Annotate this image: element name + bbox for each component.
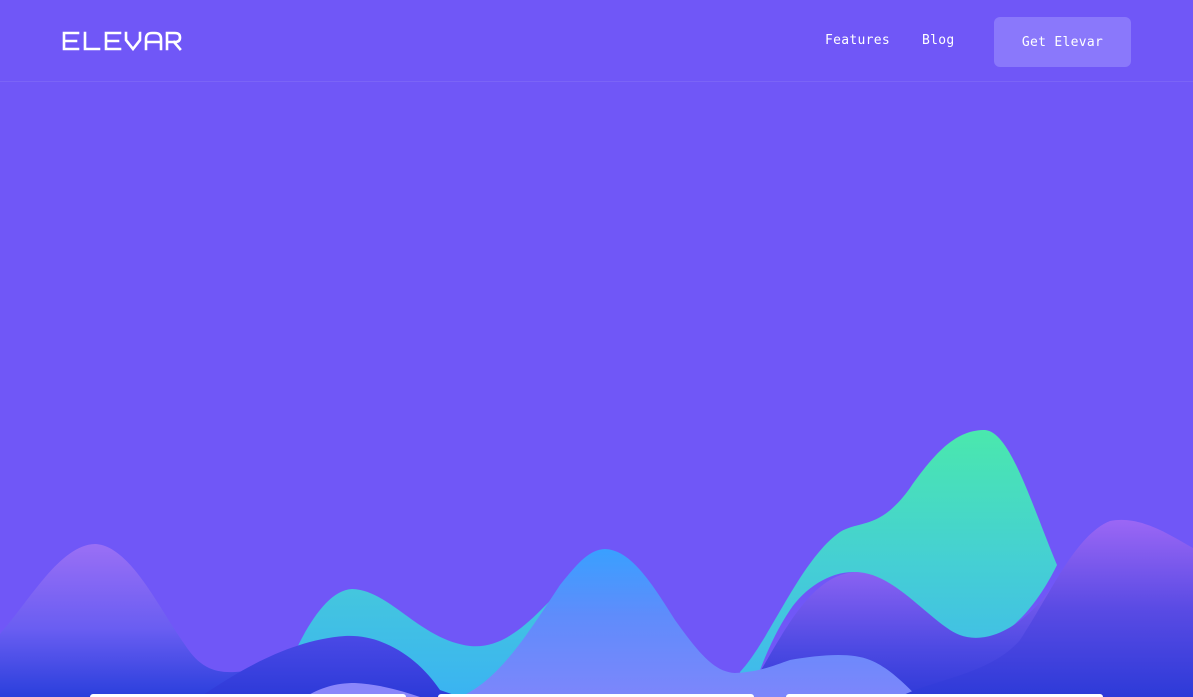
main-nav: Features Blog Get Elevar (0, 0, 1193, 82)
site-header: Features Blog Get Elevar (0, 0, 1193, 82)
get-elevar-button[interactable]: Get Elevar (994, 17, 1131, 67)
landing-page: Features Blog Get Elevar (0, 0, 1193, 697)
nav-link-blog[interactable]: Blog (922, 32, 955, 50)
nav-link-features[interactable]: Features (825, 32, 890, 50)
hero-wave-illustration (0, 430, 1193, 697)
